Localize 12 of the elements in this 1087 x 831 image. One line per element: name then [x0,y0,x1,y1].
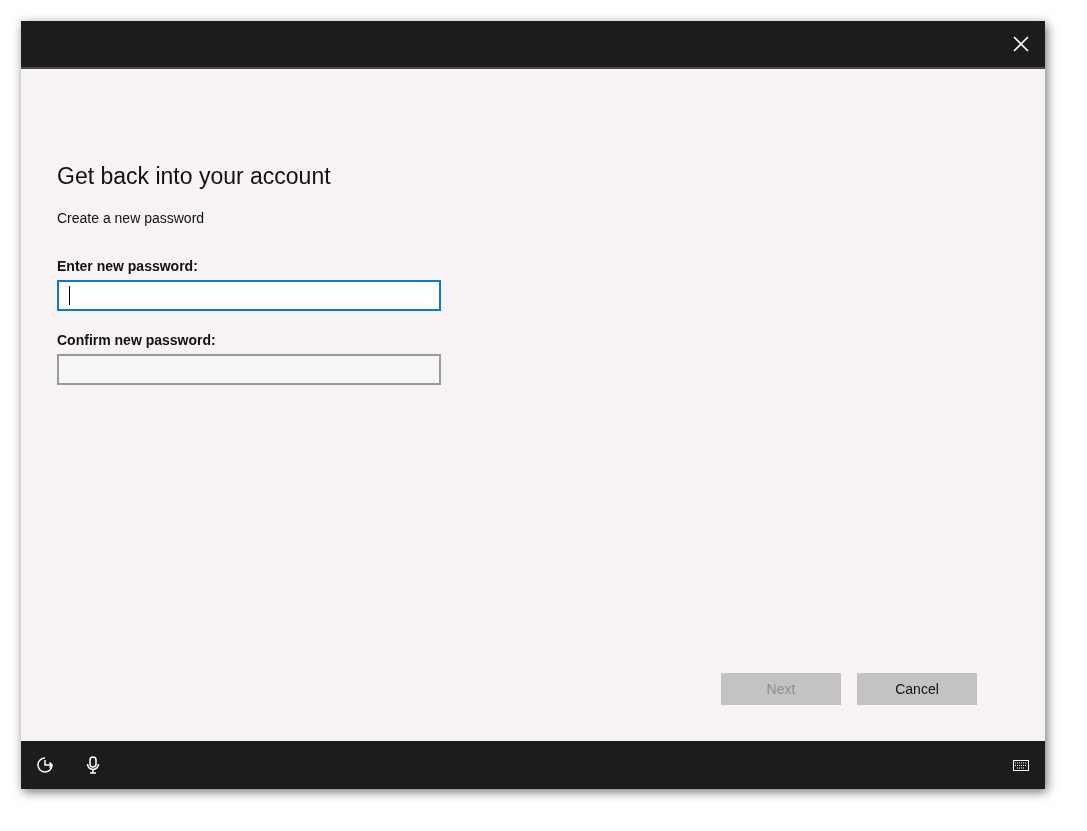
field-label: Confirm new password: [57,331,217,349]
text-cursor [69,286,70,305]
close-icon[interactable] [1013,36,1029,52]
dialog-button[interactable]: Cancel [857,673,977,705]
keyboard-icon[interactable] [1013,759,1029,771]
password-field[interactable] [57,354,441,385]
field-label: Enter new password: [57,257,199,275]
dialog-heading: Get back into your account [57,162,332,190]
microphone-icon[interactable] [86,756,100,774]
subtitle-text: Create a new password [57,209,206,227]
ease-of-access-icon[interactable] [37,756,55,774]
password-field[interactable] [57,280,441,311]
